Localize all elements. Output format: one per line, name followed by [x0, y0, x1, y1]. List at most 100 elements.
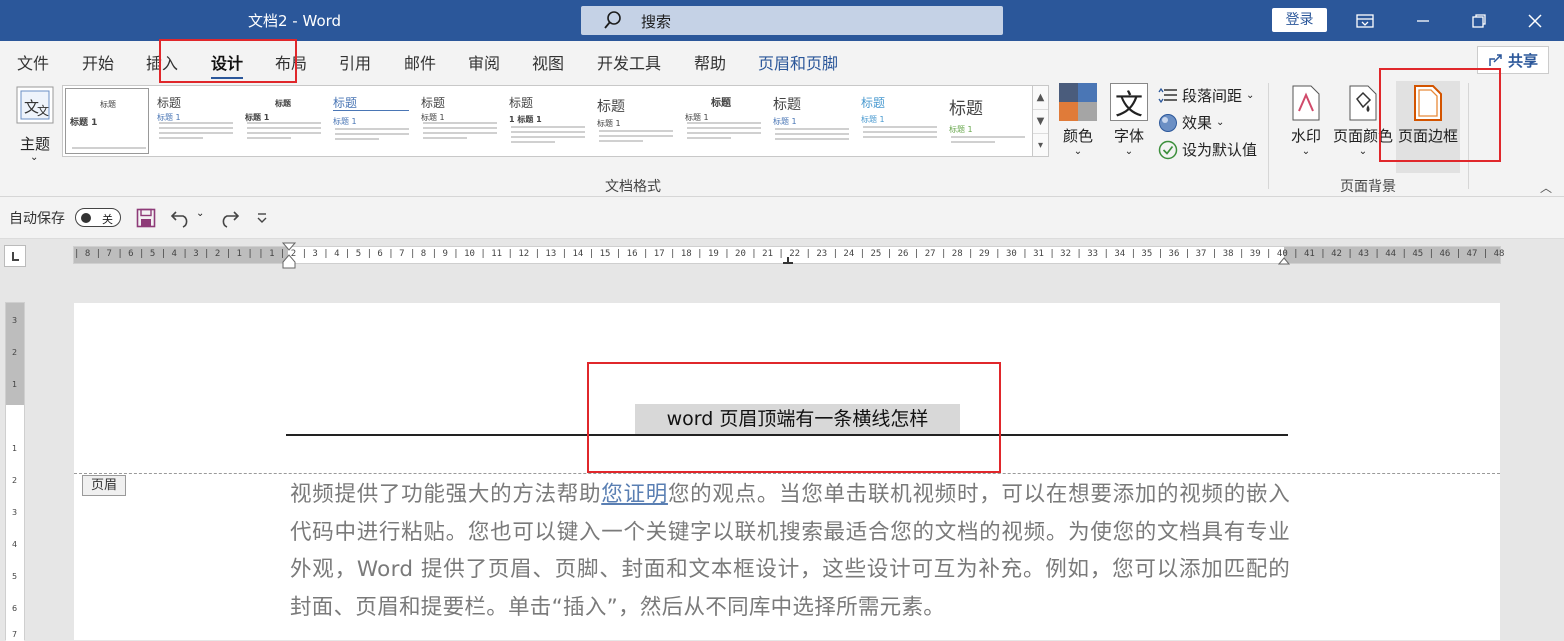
watermark-chevron-icon: ⌄	[1301, 146, 1311, 157]
gallery-down-icon[interactable]: ▼	[1033, 110, 1048, 134]
right-indent-icon[interactable]	[1278, 257, 1290, 265]
quick-access-toolbar: 自动保存 关 ⌄	[0, 197, 1564, 239]
highlight-header-line	[587, 362, 1001, 473]
themes-label: 主题	[19, 135, 50, 153]
colors-button[interactable]: 颜色 ⌄	[1058, 83, 1098, 157]
search-box[interactable]: 搜索	[581, 6, 1003, 35]
effects-icon	[1159, 113, 1177, 132]
highlight-page-borders	[1379, 68, 1501, 162]
undo-chevron-icon[interactable]: ⌄	[196, 208, 204, 219]
watermark-button[interactable]: 水印 ⌄	[1286, 85, 1326, 157]
colors-icon	[1059, 83, 1097, 121]
svg-text:文: 文	[1115, 88, 1143, 121]
autosave-state: 关	[102, 213, 113, 226]
fonts-button[interactable]: 文 字体 ⌄	[1108, 83, 1150, 157]
svg-text:4: 4	[12, 540, 17, 549]
tab-review[interactable]: 审阅	[468, 50, 500, 74]
page-color-icon	[1349, 85, 1377, 121]
autosave-label: 自动保存	[9, 211, 65, 227]
gallery-more-icon[interactable]: ▾	[1033, 134, 1048, 158]
style-thumb[interactable]: 标题 标题 1	[241, 88, 327, 154]
close-icon[interactable]	[1515, 0, 1555, 41]
tab-help[interactable]: 帮助	[694, 50, 726, 74]
save-icon[interactable]	[136, 208, 156, 228]
collapse-ribbon-icon[interactable]: ︿	[1540, 179, 1552, 196]
svg-text:1: 1	[12, 444, 17, 453]
customize-toolbar-icon[interactable]	[256, 212, 268, 224]
style-thumb[interactable]: 标题 1 标题 1	[505, 88, 591, 154]
set-default-button[interactable]: 设为默认值	[1158, 139, 1257, 160]
ribbon-display-options-icon[interactable]	[1345, 0, 1385, 41]
effects-button[interactable]: 效果 ⌄	[1158, 112, 1224, 133]
autosave-toggle[interactable]: 关	[75, 208, 121, 227]
redo-icon[interactable]	[218, 208, 240, 228]
paragraph-spacing-button[interactable]: 段落间距 ⌄	[1158, 85, 1254, 106]
style-thumb[interactable]: 标题 标题 1	[769, 88, 855, 154]
watermark-icon	[1292, 85, 1320, 121]
style-set-gallery: 标题 标题 1 标题 标题 1 标题 标题 1 标题 标题 1 标题 标题 1 …	[62, 85, 1034, 157]
tab-view[interactable]: 视图	[532, 50, 564, 74]
restore-icon[interactable]	[1459, 0, 1499, 41]
effects-chevron-icon: ⌄	[1216, 117, 1225, 128]
style-thumb[interactable]: 标题 标题 1	[857, 88, 943, 154]
group-label-page-background: 页面背景	[1340, 179, 1396, 195]
style-thumb[interactable]: 标题 标题 1	[329, 88, 415, 154]
group-separator	[1268, 83, 1269, 189]
style-thumb[interactable]: 标题 标题 1	[945, 88, 1031, 154]
fonts-chevron-icon: ⌄	[1124, 146, 1134, 157]
paragraph-spacing-label: 段落间距	[1182, 87, 1243, 105]
header-tag: 页眉	[82, 475, 126, 496]
svg-text:7: 7	[12, 630, 17, 639]
themes-button[interactable]: 文文 主题 ⌄	[10, 85, 60, 165]
style-thumb[interactable]: 标题 标题 1	[65, 88, 149, 154]
tab-references[interactable]: 引用	[339, 50, 371, 74]
tab-home[interactable]: 开始	[82, 50, 114, 74]
window-title: 文档2 - Word	[248, 12, 342, 30]
minimize-icon[interactable]	[1403, 0, 1443, 41]
svg-text:文: 文	[37, 103, 49, 118]
watermark-label: 水印	[1290, 127, 1321, 145]
set-default-label: 设为默认值	[1182, 141, 1258, 159]
tab-developer[interactable]: 开发工具	[597, 50, 661, 74]
highlight-design-tab	[159, 39, 297, 83]
tab-header-footer[interactable]: 页眉和页脚	[758, 50, 838, 74]
indent-marker-icon[interactable]	[282, 242, 296, 270]
tab-mailings[interactable]: 邮件	[404, 50, 436, 74]
gallery-up-icon[interactable]: ▲	[1033, 86, 1048, 110]
tab-stop-icon	[12, 252, 19, 261]
style-thumb[interactable]: 标题 标题 1	[153, 88, 239, 154]
horizontal-ruler[interactable]: | 8 | 7 | 6 | 5 | 4 | 3 | 2 | 1 | | 1 | …	[73, 242, 1504, 269]
checkmark-icon	[1158, 140, 1178, 159]
svg-text:3: 3	[12, 316, 17, 325]
svg-text:2: 2	[12, 348, 17, 357]
toggle-knob	[81, 213, 91, 223]
style-thumb[interactable]: 标题 标题 1	[593, 88, 679, 154]
colors-chevron-icon: ⌄	[1073, 146, 1083, 157]
title-bar: 文档2 - Word 搜索 登录	[0, 0, 1564, 41]
header-boundary	[74, 473, 1500, 474]
colors-label: 颜色	[1062, 127, 1093, 145]
svg-text:3: 3	[12, 508, 17, 517]
svg-text:6: 6	[12, 604, 17, 613]
style-thumb[interactable]: 标题 标题 1	[681, 88, 767, 154]
tab-file[interactable]: 文件	[17, 50, 49, 74]
tab-selector[interactable]	[4, 245, 26, 267]
vertical-ruler[interactable]: 3 2 1 1 2 3 4 5 6 7	[5, 302, 25, 641]
body-text-start: 视频提供了功能强大的方法帮助	[290, 482, 602, 507]
svg-text:2: 2	[12, 476, 17, 485]
gallery-scroll[interactable]: ▲ ▼ ▾	[1032, 85, 1049, 157]
effects-label: 效果	[1182, 114, 1213, 132]
fonts-icon: 文	[1110, 83, 1148, 121]
share-label: 共享	[1507, 51, 1538, 70]
style-thumb[interactable]: 标题 标题 1	[417, 88, 503, 154]
body-link[interactable]: 您证明	[601, 482, 668, 507]
fonts-label: 字体	[1113, 127, 1144, 145]
undo-icon[interactable]	[170, 208, 192, 228]
search-label: 搜索	[641, 13, 672, 31]
search-icon	[604, 11, 621, 29]
login-button[interactable]: 登录	[1272, 8, 1327, 32]
themes-chevron-icon: ⌄	[30, 152, 39, 163]
paragraph-spacing-chevron-icon: ⌄	[1246, 90, 1255, 101]
group-label-document-format: 文档格式	[605, 179, 661, 195]
body-paragraph[interactable]: 视频提供了功能强大的方法帮助您证明您的观点。当您单击联机视频时，可以在想要添加的…	[290, 476, 1290, 626]
